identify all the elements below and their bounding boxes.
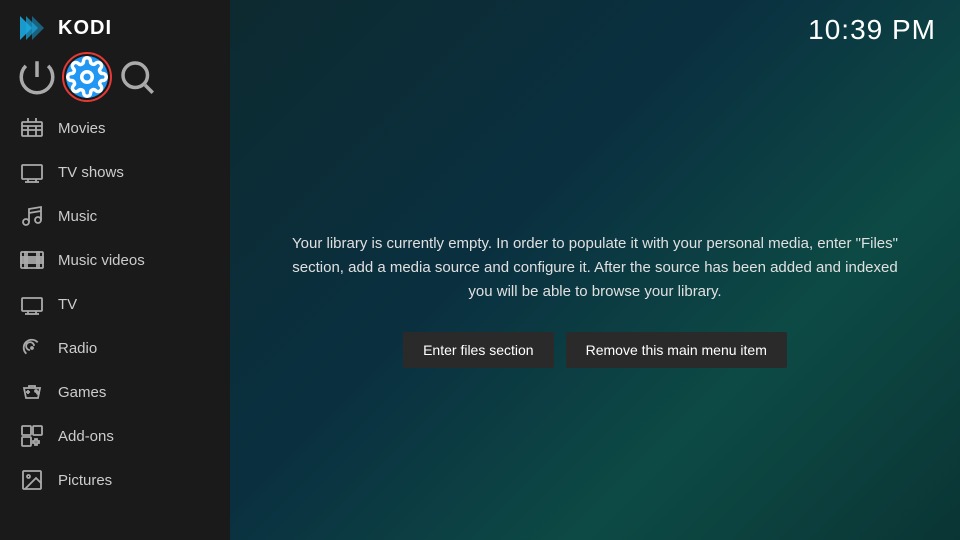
movies-icon <box>20 116 44 140</box>
kodi-logo-icon <box>16 12 48 44</box>
sidebar-item-add-ons-label: Add-ons <box>58 428 114 445</box>
empty-library-message: Your library is currently empty. In orde… <box>290 232 900 304</box>
clock: 10:39 PM <box>808 14 936 46</box>
sidebar-item-music-label: Music <box>58 208 97 225</box>
pictures-icon <box>20 468 44 492</box>
sidebar-item-tv[interactable]: TV <box>0 282 230 326</box>
sidebar-item-tv-shows[interactable]: TV shows <box>0 150 230 194</box>
content-area: Your library is currently empty. In orde… <box>230 60 960 540</box>
settings-button[interactable] <box>66 56 108 98</box>
tv-shows-icon <box>20 160 44 184</box>
tv-live-icon <box>20 292 44 316</box>
search-button[interactable] <box>116 56 158 98</box>
music-videos-icon <box>20 248 44 272</box>
action-buttons: Enter files section Remove this main men… <box>403 332 787 368</box>
sidebar-item-movies-label: Movies <box>58 120 106 137</box>
sidebar-item-tv-shows-label: TV shows <box>58 164 124 181</box>
power-button[interactable] <box>16 56 58 98</box>
enter-files-section-button[interactable]: Enter files section <box>403 332 554 368</box>
sidebar-item-tv-label: TV <box>58 296 77 313</box>
sidebar-item-games[interactable]: Games <box>0 370 230 414</box>
sidebar-item-add-ons[interactable]: Add-ons <box>0 414 230 458</box>
nav-list: Movies TV shows <box>0 106 230 540</box>
sidebar-item-music-videos-label: Music videos <box>58 252 145 269</box>
kodi-title: KODI <box>58 17 112 40</box>
music-icon <box>20 204 44 228</box>
sidebar-item-movies[interactable]: Movies <box>0 106 230 150</box>
header-icons-row <box>0 56 230 106</box>
radio-icon <box>20 336 44 360</box>
sidebar-item-radio-label: Radio <box>58 340 97 357</box>
main-content: 10:39 PM Your library is currently empty… <box>230 0 960 540</box>
top-bar: 10:39 PM <box>230 0 960 60</box>
sidebar-item-music[interactable]: Music <box>0 194 230 238</box>
add-ons-icon <box>20 424 44 448</box>
sidebar: KODI <box>0 0 230 540</box>
remove-menu-item-button[interactable]: Remove this main menu item <box>566 332 787 368</box>
sidebar-item-pictures-label: Pictures <box>58 472 112 489</box>
sidebar-item-games-label: Games <box>58 384 106 401</box>
sidebar-item-radio[interactable]: Radio <box>0 326 230 370</box>
sidebar-item-music-videos[interactable]: Music videos <box>0 238 230 282</box>
sidebar-item-pictures[interactable]: Pictures <box>0 458 230 502</box>
sidebar-header: KODI <box>0 0 230 56</box>
games-icon <box>20 380 44 404</box>
